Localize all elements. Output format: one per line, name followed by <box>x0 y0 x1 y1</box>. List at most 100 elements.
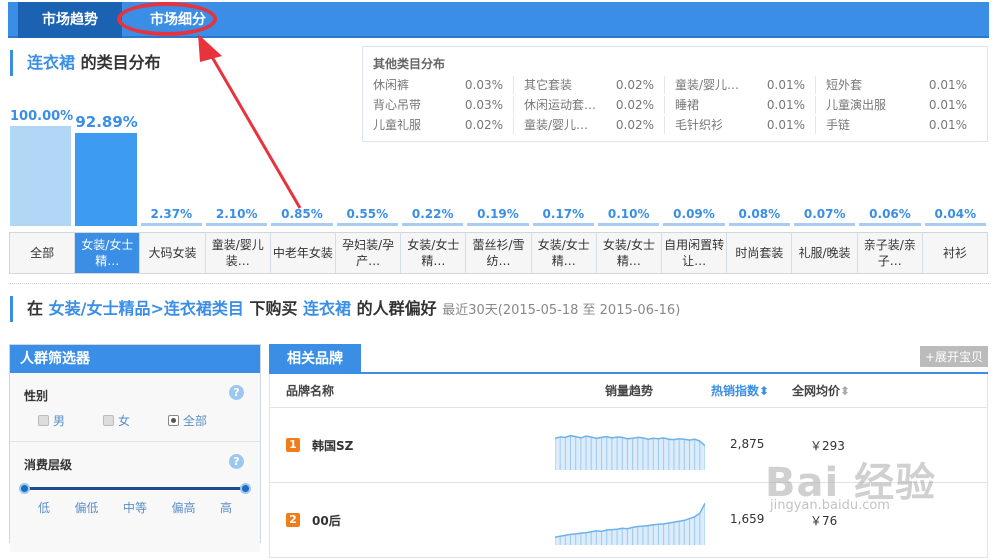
bar-8[interactable] <box>532 223 594 226</box>
level-label-2: 中等 <box>122 501 147 515</box>
category-tab-0[interactable]: 全部 <box>10 233 76 273</box>
gender-option-2[interactable]: 全部 <box>168 412 207 429</box>
category-tab-2[interactable]: 大码女装 <box>140 233 206 273</box>
other-category-item: 短外套 0.01% <box>826 76 977 94</box>
bar-label-4: 0.85% <box>281 207 323 221</box>
crowd-category-path[interactable]: 女装/女士精品>连衣裙类目 <box>49 299 244 318</box>
bar-14[interactable] <box>924 223 986 226</box>
related-brands-panel: 相关品牌 +展开宝贝 品牌名称 销量趋势 热销指数⬍ 全网均价⬍ 1 韩国SZ 2,… <box>269 344 988 558</box>
sort-icon: ⬍ <box>840 384 851 398</box>
bar-7[interactable] <box>467 223 529 226</box>
bar-label-10: 0.09% <box>673 207 715 221</box>
help-icon[interactable]: ? <box>229 385 244 400</box>
category-tab-10[interactable]: 自用闲置转 让… <box>662 233 728 273</box>
bar-label-2: 2.37% <box>150 207 193 221</box>
bar-label-1: 92.89% <box>75 113 138 132</box>
other-category-name: 短外套 <box>826 78 863 92</box>
gender-option-0[interactable]: 男 <box>38 412 65 429</box>
level-group: 消费层级 ? 低 偏低 中等 偏高 高 <box>10 442 260 552</box>
hot-index-value: 2,875 <box>730 437 765 451</box>
gender-label: 性别 <box>24 389 49 403</box>
bar-13[interactable] <box>859 223 921 226</box>
bar-11[interactable] <box>728 223 790 226</box>
category-tab-14[interactable]: 衬衫 <box>923 233 987 273</box>
bar-label-5: 0.55% <box>346 207 389 221</box>
brand-name[interactable]: 00后 <box>312 512 341 529</box>
other-category-pct: 0.01% <box>766 78 805 92</box>
filter-title: 人群筛选器 <box>10 345 260 373</box>
gender-group: 性别 ? 男 女 全部 <box>10 373 260 442</box>
watermark-url: jingyan.baidu.com <box>770 498 890 513</box>
category-tab-6[interactable]: 女装/女士 精… <box>401 233 467 273</box>
level-label-0: 低 <box>38 501 51 515</box>
bar-5[interactable] <box>336 223 398 226</box>
brands-header: 相关品牌 +展开宝贝 <box>269 344 988 374</box>
level-label: 消费层级 <box>24 458 73 472</box>
crowd-title-pre: 在 <box>27 299 44 318</box>
tab-related-brands[interactable]: 相关品牌 <box>269 344 361 374</box>
bar-label-14: 0.04% <box>934 207 977 221</box>
bar-label-12: 0.07% <box>803 207 846 221</box>
slider-track <box>24 487 246 490</box>
brand-name[interactable]: 韩国SZ <box>312 437 353 454</box>
gender-option-label: 女 <box>118 414 131 428</box>
crowd-filter-panel: 人群筛选器 性别 ? 男 女 全部 消费层级 ? 低 偏低 中等 偏高 高 <box>9 344 261 552</box>
radio-icon[interactable] <box>168 415 180 426</box>
gender-option-label: 男 <box>53 414 66 428</box>
category-section-title: 连衣裙 的类目分布 <box>10 50 161 76</box>
sales-sparkline <box>555 434 705 470</box>
gender-option-1[interactable]: 女 <box>103 412 130 429</box>
col-avg-price[interactable]: 全网均价⬍ <box>792 382 850 399</box>
crowd-keyword: 连衣裙 <box>303 299 352 318</box>
category-keyword: 连衣裙 <box>27 53 76 72</box>
col-hot-index[interactable]: 热销指数⬍ <box>711 382 769 399</box>
category-tab-1[interactable]: 女装/女士 精… <box>75 233 141 273</box>
bar-10[interactable] <box>663 223 725 226</box>
gender-option-label: 全部 <box>183 414 208 428</box>
category-tab-7[interactable]: 蕾丝衫/雪 纺… <box>466 233 532 273</box>
category-tab-row: 全部 女装/女士 精… 大码女装 童装/婴儿 装… 中老年女装 孕妇装/孕 产… 女装/女士… <box>9 232 988 274</box>
bar-9[interactable] <box>598 223 660 226</box>
category-tab-9[interactable]: 女装/女士 精… <box>597 233 663 273</box>
level-labels: 低 偏低 中等 偏高 高 <box>24 499 246 520</box>
category-tab-5[interactable]: 孕妇装/孕 产… <box>336 233 402 273</box>
tab-market-trend[interactable]: 市场趋势 <box>18 2 122 38</box>
slider-handle-left[interactable] <box>19 483 30 494</box>
tab-market-segment[interactable]: 市场细分 <box>126 2 230 38</box>
category-tab-3[interactable]: 童装/婴儿 装… <box>206 233 271 273</box>
rank-badge: 2 <box>286 513 300 527</box>
category-tab-4[interactable]: 中老年女装 <box>271 233 337 273</box>
category-tab-11[interactable]: 时尚套装 <box>727 233 793 273</box>
bar-label-7: 0.19% <box>477 207 519 221</box>
other-category-name: 休闲裤 <box>373 78 410 92</box>
bar-label-6: 0.22% <box>411 207 454 221</box>
category-tab-12[interactable]: 礼服/晚装 <box>792 233 858 273</box>
radio-icon[interactable] <box>38 415 49 426</box>
slider-handle-right[interactable] <box>240 483 251 494</box>
col-brand-name: 品牌名称 <box>286 384 335 398</box>
radio-icon[interactable] <box>103 415 115 426</box>
hot-index-value: 1,659 <box>730 512 765 526</box>
bar-12[interactable] <box>794 223 856 226</box>
crowd-title-mid: 下购买 <box>249 299 298 318</box>
bar-2[interactable] <box>140 223 202 226</box>
category-tab-13[interactable]: 亲子装/亲 子… <box>858 233 923 273</box>
help-icon[interactable]: ? <box>229 454 244 469</box>
expand-items-button[interactable]: +展开宝贝 <box>919 346 988 367</box>
bar-label-3: 2.10% <box>215 207 258 221</box>
bar-4[interactable] <box>271 223 333 226</box>
bar-label-13: 0.06% <box>869 207 911 221</box>
other-category-name: 其它套装 <box>524 78 573 92</box>
other-category-title: 其他类目分布 <box>373 57 446 71</box>
top-tab-bar: 市场趋势 市场细分 <box>8 2 989 38</box>
level-slider[interactable] <box>19 483 251 494</box>
bar-0[interactable] <box>10 126 72 226</box>
bar-3[interactable] <box>206 223 268 226</box>
date-range: 最近30天(2015-05-18 至 2015-06-16) <box>442 303 681 318</box>
bar-6[interactable] <box>402 223 464 226</box>
other-category-item: 休闲裤 0.03% <box>373 76 514 94</box>
bar-1[interactable] <box>75 133 137 226</box>
category-bar-chart: 100.00% 92.89% 2.37% 2.10% 0.85% 0.55% 0.22% 0.… <box>9 104 989 226</box>
other-category-item: 童装/婴儿… 0.01% <box>675 76 816 94</box>
category-tab-8[interactable]: 女装/女士 精… <box>532 233 597 273</box>
